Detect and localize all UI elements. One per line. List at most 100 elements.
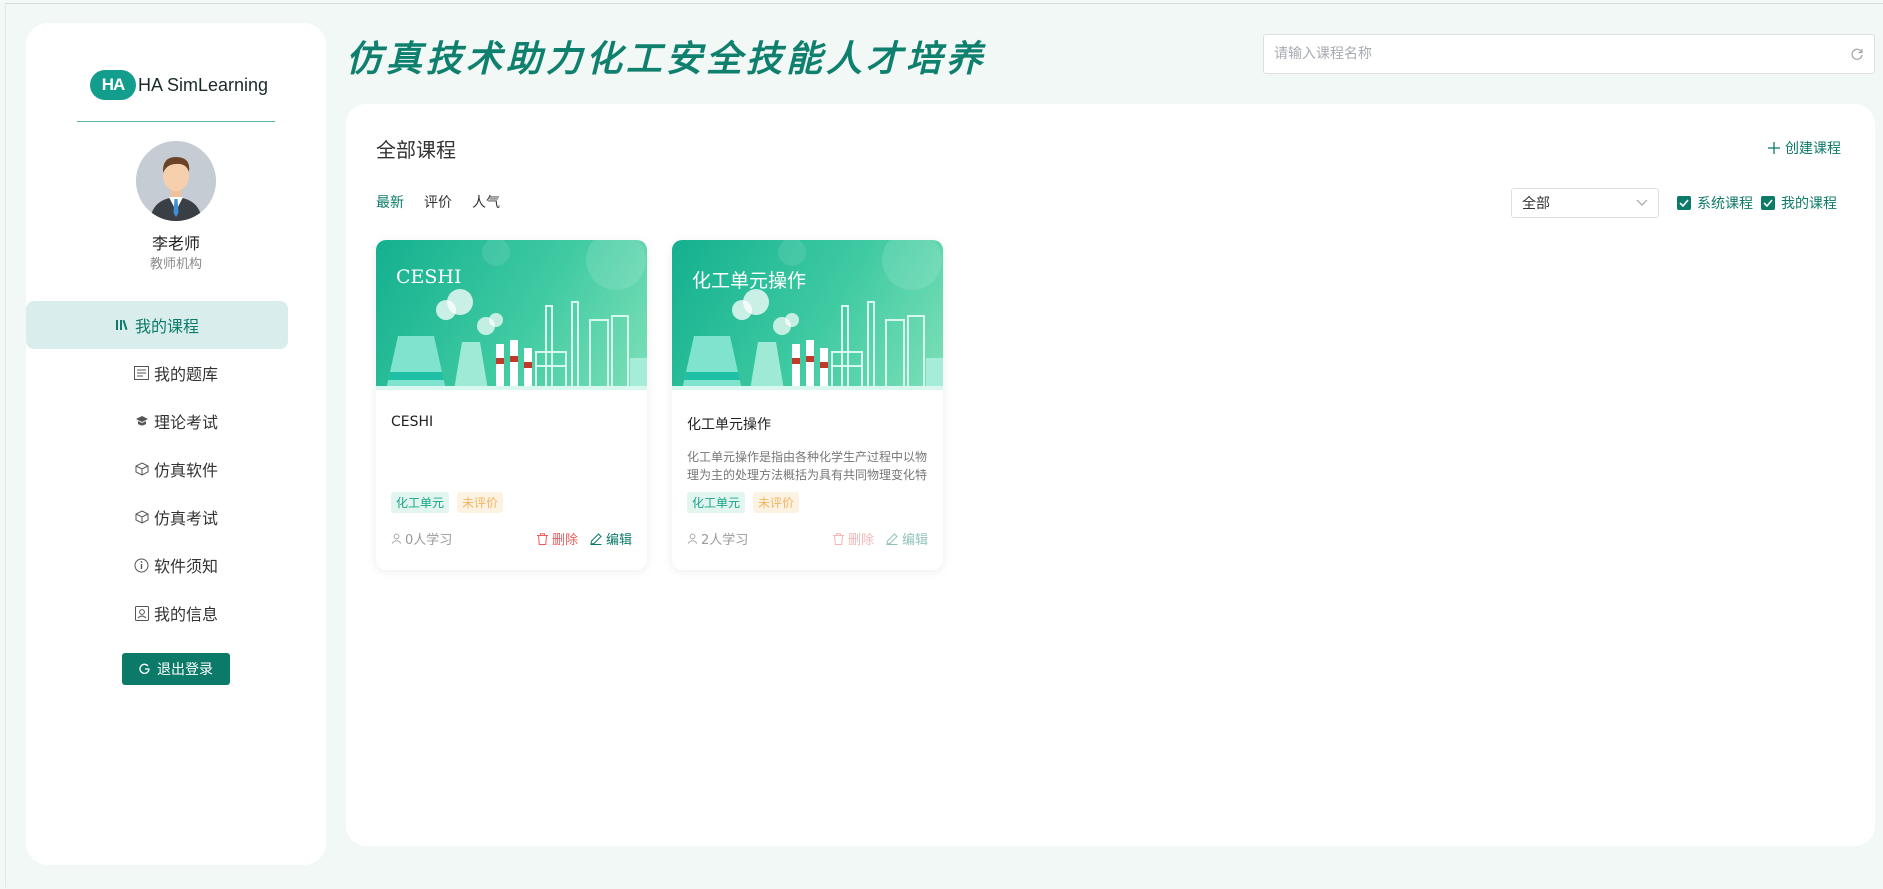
filters: 全部 系统课程 我的课程 (1511, 188, 1837, 218)
logout-label: 退出登录 (157, 662, 213, 678)
delete-label: 删除 (847, 533, 874, 548)
course-banner: 化工单元操作 (672, 240, 943, 390)
brand-name: HA SimLearning (138, 74, 269, 95)
sidebar-item-software-notice[interactable]: 软件须知 (26, 541, 326, 589)
checkbox-label: 系统课程 (1697, 196, 1753, 212)
sidebar-item-theory-exam[interactable]: 理论考试 (26, 397, 326, 445)
course-footer: 2人学习 删除 编辑 (687, 529, 928, 548)
system-course-checkbox[interactable]: 系统课程 (1677, 193, 1753, 213)
logout-icon (139, 663, 151, 675)
my-course-checkbox[interactable]: 我的课程 (1761, 193, 1837, 213)
refresh-icon[interactable] (1850, 47, 1864, 61)
exam-cap-icon (134, 413, 150, 429)
sort-tab-popularity[interactable]: 人气 (472, 192, 500, 212)
page-slogan: 仿真技术助力化工安全技能人才培养 (346, 38, 987, 80)
course-list: CESHI CESHI 化工单元 未评价 0人学习 删除 编辑 化工单元操作 化… (376, 240, 968, 570)
create-course-label: 创建课程 (1785, 141, 1841, 157)
info-icon (134, 557, 150, 573)
course-panel: 全部课程 创建课程 最新 评价 人气 全部 系统课程 我的课程 CESHI CE… (346, 104, 1875, 846)
checkbox-label: 我的课程 (1781, 196, 1837, 212)
sidebar-item-label: 我的课程 (134, 317, 199, 336)
sidebar-menu: 我的课程 我的题库 理论考试 仿真软件 仿真考试 软件须知 我的信息 (26, 301, 326, 637)
trash-icon (832, 532, 844, 545)
sidebar-item-sim-exam[interactable]: 仿真考试 (26, 493, 326, 541)
category-tag: 化工单元 (687, 492, 746, 513)
checkmark-icon (1761, 196, 1775, 210)
edit-course-button[interactable]: 编辑 (590, 529, 632, 548)
category-tag: 化工单元 (391, 492, 450, 513)
create-course-button[interactable]: 创建课程 (1768, 138, 1841, 158)
course-card[interactable]: CESHI CESHI 化工单元 未评价 0人学习 删除 编辑 (376, 240, 647, 570)
sidebar-item-label: 我的题库 (153, 365, 218, 384)
course-description (391, 444, 633, 480)
search-input[interactable] (1274, 46, 1850, 62)
delete-course-button[interactable]: 删除 (536, 529, 578, 548)
course-info: CESHI (391, 414, 633, 480)
factory-illustration-icon (672, 240, 943, 390)
course-description: 化工单元操作是指由各种化学生产过程中以物理为主的处理方法概括为具有共同物理变化特 (687, 450, 928, 482)
user-card-icon (134, 605, 150, 621)
avatar-person-icon (136, 141, 216, 221)
course-banner: CESHI (376, 240, 647, 390)
sidebar-item-sim-software[interactable]: 仿真软件 (26, 445, 326, 493)
user-org: 教师机构 (149, 257, 202, 272)
rating-tag: 未评价 (753, 492, 800, 513)
avatar (136, 141, 216, 221)
course-footer: 0人学习 删除 编辑 (391, 529, 632, 548)
sort-tabs: 最新 评价 人气 (376, 192, 520, 212)
rating-tag: 未评价 (457, 492, 504, 513)
course-banner-title: CESHI (396, 266, 462, 288)
sidebar-item-my-info[interactable]: 我的信息 (26, 589, 326, 637)
divider (77, 121, 275, 122)
cube-icon (134, 461, 150, 477)
sidebar-item-label: 我的信息 (153, 605, 218, 624)
course-tags: 化工单元 未评价 (391, 492, 511, 513)
sort-tab-rating[interactable]: 评价 (424, 192, 452, 212)
sort-tab-newest[interactable]: 最新 (376, 192, 404, 212)
category-select-value: 全部 (1522, 196, 1550, 212)
sidebar-item-label: 仿真软件 (153, 461, 218, 480)
plus-icon (1768, 142, 1780, 154)
sidebar-item-my-courses[interactable]: 我的课程 (26, 301, 288, 349)
brand-logo[interactable]: HA HA SimLearning (90, 67, 268, 103)
pencil-icon (886, 532, 898, 545)
sidebar-item-label: 软件须知 (153, 557, 218, 576)
logo-badge-icon: HA (90, 70, 136, 100)
course-tags: 化工单元 未评价 (687, 492, 807, 513)
learner-count-text: 2人学习 (701, 533, 749, 548)
delete-course-button[interactable]: 删除 (832, 529, 874, 548)
factory-illustration-icon (376, 240, 647, 390)
sidebar-item-label: 仿真考试 (153, 509, 218, 528)
sidebar-item-question-bank[interactable]: 我的题库 (26, 349, 326, 397)
cube-icon (134, 509, 150, 525)
trash-icon (536, 532, 548, 545)
checkmark-icon (1677, 196, 1691, 210)
person-icon (687, 533, 698, 544)
books-icon (115, 317, 131, 333)
learner-count: 0人学习 (391, 529, 452, 548)
learner-count: 2人学习 (687, 529, 748, 548)
chevron-down-icon (1636, 199, 1648, 207)
course-name: CESHI (391, 414, 434, 430)
course-actions: 删除 编辑 (525, 529, 632, 548)
delete-label: 删除 (551, 533, 578, 548)
logout-button[interactable]: 退出登录 (122, 653, 230, 685)
edit-label: 编辑 (605, 533, 632, 548)
pencil-icon (590, 532, 602, 545)
edit-label: 编辑 (901, 533, 928, 548)
user-name: 李老师 (151, 234, 200, 253)
edit-course-button[interactable]: 编辑 (886, 529, 928, 548)
panel-title: 全部课程 (376, 138, 456, 162)
search-box (1263, 34, 1875, 74)
course-banner-title: 化工单元操作 (692, 270, 807, 292)
question-bank-icon (134, 365, 150, 381)
course-actions: 删除 编辑 (821, 529, 928, 548)
course-card[interactable]: 化工单元操作 化工单元操作 化工单元操作是指由各种化学生产过程中以物理为主的处理… (672, 240, 943, 570)
learner-count-text: 0人学习 (405, 533, 453, 548)
person-icon (391, 533, 402, 544)
sidebar: HA HA SimLearning 李老师 教师机构 我的课程 我的题库 理论考… (26, 23, 326, 865)
sidebar-item-label: 理论考试 (153, 413, 218, 432)
category-select[interactable]: 全部 (1511, 188, 1659, 218)
course-name: 化工单元操作 (687, 417, 771, 433)
course-info: 化工单元操作 化工单元操作是指由各种化学生产过程中以物理为主的处理方法概括为具有… (687, 414, 929, 484)
